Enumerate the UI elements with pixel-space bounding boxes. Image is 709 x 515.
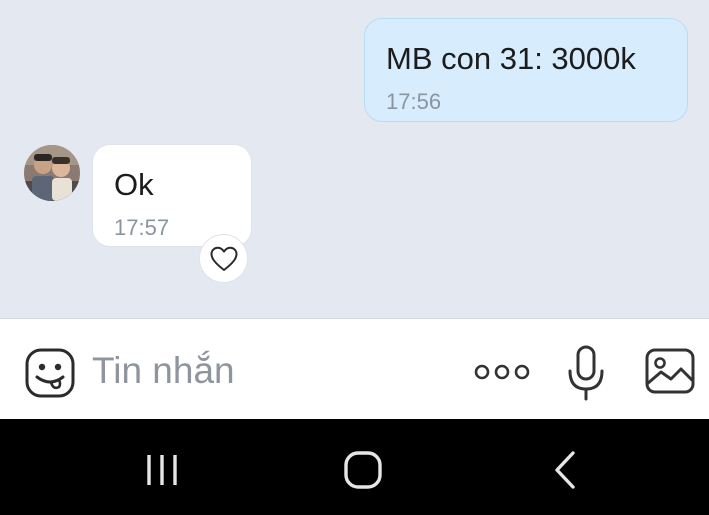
outgoing-message-bubble[interactable]: MB con 31: 3000k 17:56 <box>364 18 688 122</box>
home-button[interactable] <box>340 447 386 493</box>
recents-button[interactable] <box>140 447 186 493</box>
chat-area: MB con 31: 3000k 17:56 Ok 17:57 <box>0 0 709 318</box>
send-image-button[interactable] <box>644 347 696 397</box>
system-navigation-bar <box>0 419 709 515</box>
heart-icon <box>210 246 237 271</box>
back-icon <box>555 451 575 489</box>
avatar-photo <box>24 145 80 201</box>
message-composer <box>0 318 709 419</box>
sticker-icon <box>25 348 75 398</box>
message-text: Ok <box>114 167 154 202</box>
message-input[interactable] <box>92 347 422 395</box>
react-button[interactable] <box>199 234 248 283</box>
microphone-icon <box>568 345 604 401</box>
back-button[interactable] <box>542 447 588 493</box>
message-time: 17:56 <box>386 89 442 114</box>
voice-message-button[interactable] <box>566 343 606 403</box>
message-time: 17:57 <box>114 215 170 240</box>
message-text: MB con 31: 3000k <box>386 41 636 76</box>
home-icon <box>344 451 382 489</box>
recents-icon <box>147 455 177 485</box>
avatar[interactable] <box>24 145 80 201</box>
image-icon <box>645 348 695 394</box>
more-options-icon <box>474 364 530 380</box>
sticker-button[interactable] <box>24 347 76 399</box>
incoming-message-bubble[interactable]: Ok 17:57 <box>92 144 252 247</box>
more-options-button[interactable] <box>474 357 530 387</box>
